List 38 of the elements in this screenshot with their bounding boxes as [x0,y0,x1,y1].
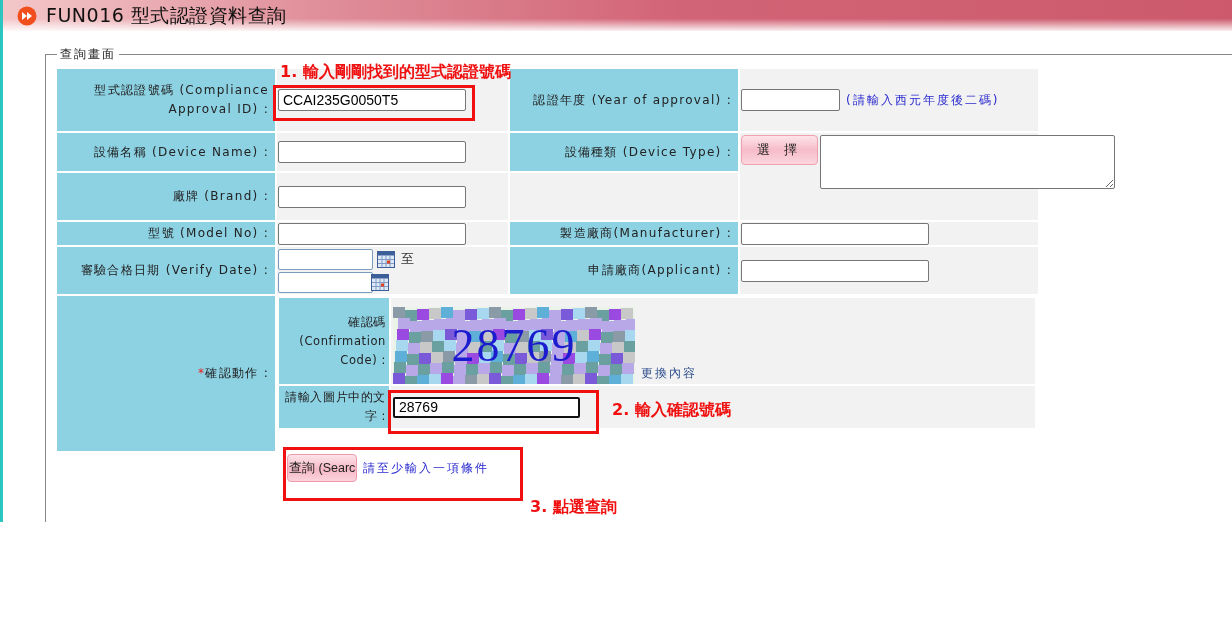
annotation-text: 2. 輸入確認號碼 [612,400,731,421]
captcha-image: 28769 [393,307,635,384]
text-field[interactable] [741,259,929,282]
label-text: 設備名稱 (Device Name) : [93,143,269,161]
text-field[interactable]: CCAI235G0050T5 [278,89,466,111]
code-field[interactable]: 28769 [393,396,580,418]
label-text: 型號 (Model No) : [148,225,269,242]
search-hint: 請至少輸入一項條件 [363,459,490,477]
select-button[interactable]: 選 擇 [741,135,818,165]
text-field[interactable] [278,222,466,245]
label-text: 型式認證號碼 (Compliance Approval ID) : [93,82,269,118]
fast-forward-icon [17,5,37,26]
confirm-label: *確認動作 : [198,365,269,382]
label-text: 申請廠商(Applicant) : [588,262,732,279]
calendar-icon[interactable] [371,273,389,291]
end-date-field[interactable] [278,271,373,293]
label-text: 認證年度 (Year of approval) : [533,91,732,109]
annotation-text: 1. 輸入剛剛找到的型式認證號碼 [280,62,511,83]
label-text: 審驗合格日期 (Verify Date) : [80,262,269,279]
label-text: 設備種類 (Device Type) : [564,143,732,161]
text-field[interactable] [278,141,466,163]
input-hint: (請輸入西元年度後二碼) [846,91,1000,109]
label-text: 製造廠商(Manufacturer) : [560,225,732,242]
annotation-text: 3. 點選查詢 [530,497,617,518]
label-text: 廠牌 (Brand) : [172,188,269,205]
code-input-label: 請輸入圖片中的文字 : [284,389,386,425]
page-title: FUN016 型式認證資料查詢 [46,2,287,28]
text-field[interactable] [278,185,466,208]
text-field[interactable] [741,89,840,111]
start-date-field[interactable] [278,248,373,270]
calendar-icon[interactable] [377,250,395,268]
panel-legend: 查詢畫面 [57,46,119,63]
text-field[interactable] [741,222,929,245]
code-label: 確認碼 (Confirmation Code) : [298,313,386,369]
selection-textarea[interactable] [820,135,1115,189]
range-separator: 至 [401,250,415,268]
search-button[interactable]: 查詢 (Searc [287,454,358,482]
refresh-link[interactable]: 更換內容 [641,365,697,384]
